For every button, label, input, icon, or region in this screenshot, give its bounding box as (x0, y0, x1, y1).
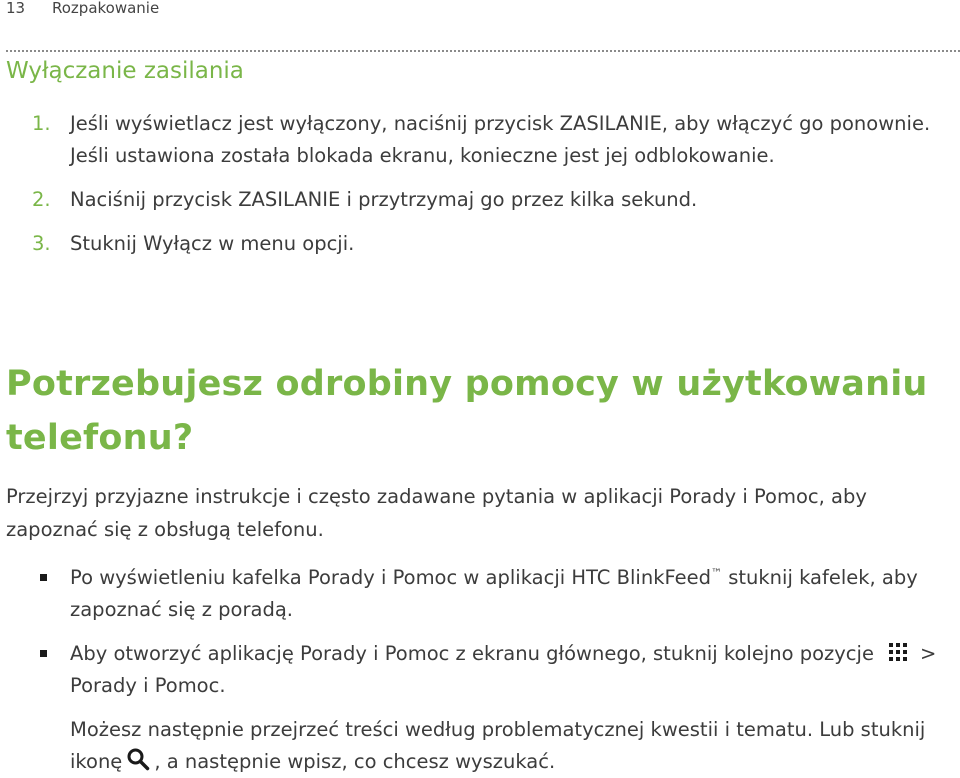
trademark-symbol: ™ (711, 566, 723, 580)
bullet-square-icon (40, 650, 47, 657)
bullet-square-icon (40, 574, 47, 581)
step-text-after: w menu opcji. (212, 232, 355, 255)
apps-grid-icon (888, 643, 907, 661)
step-emphasis: Wyłącz (143, 232, 213, 255)
bullet-text-before: Aby otworzyć aplikację Porady i Pomoc z … (70, 642, 874, 665)
power-off-steps: 1. Jeśli wyświetlacz jest wyłączony, nac… (0, 108, 960, 272)
bullet-item-blinkfeed: Po wyświetleniu kafelka Porady i Pomoc w… (0, 562, 960, 626)
help-bullets: Po wyświetleniu kafelka Porady i Pomoc w… (0, 562, 960, 714)
search-icon (127, 748, 150, 771)
step-text: Naciśnij przycisk ZASILANIE i przytrzyma… (70, 188, 698, 211)
chapter-name: Rozpakowanie (52, 0, 160, 17)
help-title: Potrzebujesz odrobiny pomocy w użytkowan… (6, 364, 928, 458)
bullet-item-home: Aby otworzyć aplikację Porady i Pomoc z … (0, 638, 960, 702)
step-3: 3. Stuknij Wyłącz w menu opcji. (0, 228, 960, 260)
step-number: 2. (32, 188, 51, 211)
section-title: Wyłączanie zasilania (6, 58, 244, 84)
step-number: 3. (32, 232, 51, 255)
help-intro: Przejrzyj przyjazne instrukcje i często … (6, 485, 867, 541)
step-2: 2. Naciśnij przycisk ZASILANIE i przytrz… (0, 184, 960, 216)
page-header: 13 Rozpakowanie (6, 0, 159, 19)
bullet-text-before: Po wyświetleniu kafelka Porady i Pomoc w… (70, 566, 712, 589)
page-number: 13 (6, 0, 26, 17)
step-text: Jeśli wyświetlacz jest wyłączony, naciśn… (70, 112, 931, 167)
step-1: 1. Jeśli wyświetlacz jest wyłączony, nac… (0, 108, 960, 172)
help-note: Możesz następnie przejrzeć treści według… (70, 714, 950, 778)
header-divider (6, 50, 960, 52)
note-text-after: , a następnie wpisz, co chcesz wyszukać. (154, 750, 556, 773)
step-number: 1. (32, 112, 51, 135)
step-text-before: Stuknij (70, 232, 144, 255)
